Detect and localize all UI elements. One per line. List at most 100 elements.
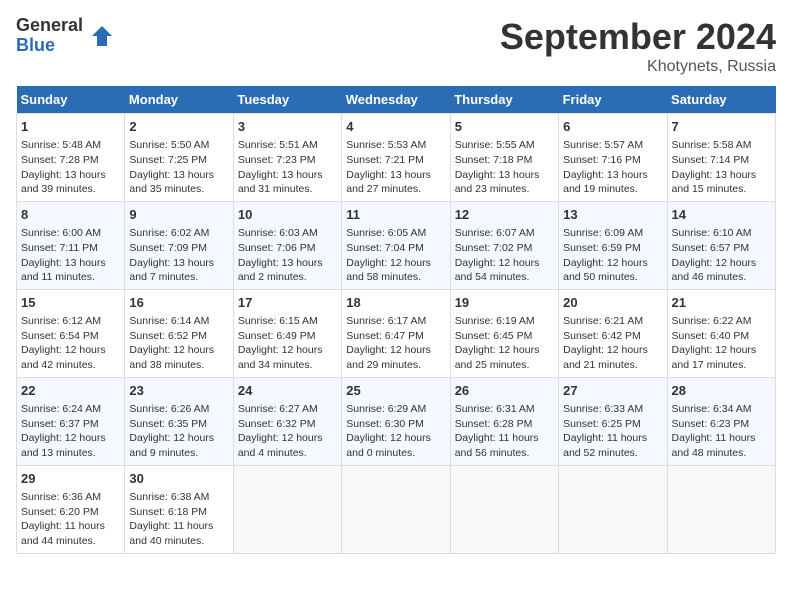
- calendar-cell: 4Sunrise: 5:53 AMSunset: 7:21 PMDaylight…: [342, 114, 450, 202]
- calendar-week-4: 29Sunrise: 6:36 AMSunset: 6:20 PMDayligh…: [17, 465, 776, 553]
- day-number: 18: [346, 294, 445, 312]
- sunset-text: Sunset: 7:04 PM: [346, 242, 424, 254]
- daylight-text: Daylight: 11 hours and 52 minutes.: [563, 432, 647, 459]
- sunset-text: Sunset: 6:47 PM: [346, 330, 424, 342]
- day-number: 15: [21, 294, 120, 312]
- calendar-cell: 23 Sunrise: 6:26 AM Sunset: 6:35 PM Dayligh…: [125, 377, 233, 465]
- days-row: SundayMondayTuesdayWednesdayThursdayFrid…: [17, 86, 776, 114]
- calendar-cell: 21Sunrise: 6:22 AMSunset: 6:40 PMDayligh…: [667, 289, 775, 377]
- daylight-text: Daylight: 12 hours and 4 minutes.: [238, 432, 323, 459]
- sunrise-text: Sunrise: 6:24 AM: [21, 403, 101, 415]
- day-header-friday: Friday: [559, 86, 667, 114]
- daylight-text: Daylight: 13 hours and 35 minutes.: [129, 169, 214, 196]
- daylight-text: Daylight: 11 hours and 40 minutes.: [129, 520, 213, 547]
- day-number: 19: [455, 294, 554, 312]
- sunset-text: Sunset: 7:25 PM: [129, 154, 207, 166]
- calendar-cell: 5Sunrise: 5:55 AMSunset: 7:18 PMDaylight…: [450, 114, 558, 202]
- day-number: 13: [563, 206, 662, 224]
- day-number: 26: [455, 382, 554, 400]
- sunrise-text: Sunrise: 6:00 AM: [21, 227, 101, 239]
- calendar-cell: 15Sunrise: 6:12 AMSunset: 6:54 PMDayligh…: [17, 289, 125, 377]
- day-number: 23: [129, 382, 228, 400]
- calendar-cell: 12Sunrise: 6:07 AMSunset: 7:02 PMDayligh…: [450, 201, 558, 289]
- calendar-cell: 20Sunrise: 6:21 AMSunset: 6:42 PMDayligh…: [559, 289, 667, 377]
- day-number: 28: [672, 382, 771, 400]
- sunrise-text: Sunrise: 6:34 AM: [672, 403, 752, 415]
- sunset-text: Sunset: 6:42 PM: [563, 330, 641, 342]
- calendar-cell: 3Sunrise: 5:51 AMSunset: 7:23 PMDaylight…: [233, 114, 341, 202]
- day-header-saturday: Saturday: [667, 86, 775, 114]
- sunset-text: Sunset: 6:40 PM: [672, 330, 750, 342]
- day-number: 4: [346, 118, 445, 136]
- calendar-cell: 28Sunrise: 6:34 AMSunset: 6:23 PMDayligh…: [667, 377, 775, 465]
- daylight-text: Daylight: 11 hours and 48 minutes.: [672, 432, 756, 459]
- sunrise-text: Sunrise: 6:10 AM: [672, 227, 752, 239]
- daylight-text: Daylight: 12 hours and 9 minutes.: [129, 432, 214, 459]
- daylight-text: Daylight: 12 hours and 21 minutes.: [563, 344, 648, 371]
- calendar-cell: 13Sunrise: 6:09 AMSunset: 6:59 PMDayligh…: [559, 201, 667, 289]
- sunset-text: Sunset: 6:37 PM: [21, 418, 99, 430]
- sunrise-text: Sunrise: 6:22 AM: [672, 315, 752, 327]
- sunset-text: Sunset: 7:09 PM: [129, 242, 207, 254]
- daylight-text: Daylight: 12 hours and 58 minutes.: [346, 257, 431, 284]
- daylight-text: Daylight: 13 hours and 23 minutes.: [455, 169, 540, 196]
- day-number: 17: [238, 294, 337, 312]
- sunrise-text: Sunrise: 5:53 AM: [346, 139, 426, 151]
- daylight-text: Daylight: 13 hours and 39 minutes.: [21, 169, 106, 196]
- sunrise-text: Sunrise: 5:50 AM: [129, 139, 209, 151]
- daylight-text: Daylight: 12 hours and 0 minutes.: [346, 432, 431, 459]
- day-header-thursday: Thursday: [450, 86, 558, 114]
- daylight-text: Daylight: 13 hours and 19 minutes.: [563, 169, 648, 196]
- sunset-text: Sunset: 6:35 PM: [129, 418, 207, 430]
- day-header-monday: Monday: [125, 86, 233, 114]
- sunset-text: Sunset: 6:57 PM: [672, 242, 750, 254]
- day-number: 14: [672, 206, 771, 224]
- sunrise-text: Sunrise: 5:51 AM: [238, 139, 318, 151]
- calendar-week-0: 1Sunrise: 5:48 AMSunset: 7:28 PMDaylight…: [17, 114, 776, 202]
- day-number: 2: [129, 118, 228, 136]
- day-number: 6: [563, 118, 662, 136]
- page-header: General Blue September 2024 Khotynets, R…: [16, 16, 776, 76]
- sunrise-text: Sunrise: 6:26 AM: [129, 403, 209, 415]
- sunset-text: Sunset: 6:54 PM: [21, 330, 99, 342]
- daylight-text: Daylight: 12 hours and 50 minutes.: [563, 257, 648, 284]
- calendar-cell: 30Sunrise: 6:38 AMSunset: 6:18 PMDayligh…: [125, 465, 233, 553]
- daylight-text: Daylight: 12 hours and 25 minutes.: [455, 344, 540, 371]
- sunset-text: Sunset: 6:18 PM: [129, 506, 207, 518]
- calendar-cell: 10Sunrise: 6:03 AMSunset: 7:06 PMDayligh…: [233, 201, 341, 289]
- logo: General Blue: [16, 16, 117, 56]
- sunrise-text: Sunrise: 5:58 AM: [672, 139, 752, 151]
- sunrise-text: Sunrise: 6:14 AM: [129, 315, 209, 327]
- sunrise-text: Sunrise: 6:21 AM: [563, 315, 643, 327]
- calendar-week-3: 22Sunrise: 6:24 AMSunset: 6:37 PMDayligh…: [17, 377, 776, 465]
- sunset-text: Sunset: 7:11 PM: [21, 242, 98, 254]
- calendar-cell: [559, 465, 667, 553]
- sunrise-text: Sunrise: 6:07 AM: [455, 227, 535, 239]
- sunset-text: Sunset: 7:16 PM: [563, 154, 641, 166]
- sunrise-text: Sunrise: 6:36 AM: [21, 491, 101, 503]
- day-number: 3: [238, 118, 337, 136]
- sunrise-text: Sunrise: 6:17 AM: [346, 315, 426, 327]
- logo-icon: [87, 21, 117, 51]
- sunset-text: Sunset: 7:14 PM: [672, 154, 750, 166]
- daylight-text: Daylight: 12 hours and 29 minutes.: [346, 344, 431, 371]
- calendar-cell: 6Sunrise: 5:57 AMSunset: 7:16 PMDaylight…: [559, 114, 667, 202]
- logo-blue: Blue: [16, 36, 83, 56]
- calendar-cell: 14Sunrise: 6:10 AMSunset: 6:57 PMDayligh…: [667, 201, 775, 289]
- calendar-cell: [342, 465, 450, 553]
- calendar-cell: 7Sunrise: 5:58 AMSunset: 7:14 PMDaylight…: [667, 114, 775, 202]
- calendar-cell: 29Sunrise: 6:36 AMSunset: 6:20 PMDayligh…: [17, 465, 125, 553]
- day-number: 10: [238, 206, 337, 224]
- daylight-text: Daylight: 13 hours and 2 minutes.: [238, 257, 323, 284]
- sunset-text: Sunset: 7:23 PM: [238, 154, 316, 166]
- sunrise-text: Sunrise: 6:03 AM: [238, 227, 318, 239]
- daylight-text: Daylight: 13 hours and 15 minutes.: [672, 169, 757, 196]
- calendar-cell: 27Sunrise: 6:33 AMSunset: 6:25 PMDayligh…: [559, 377, 667, 465]
- day-number: 9: [129, 206, 228, 224]
- sunrise-text: Sunrise: 5:48 AM: [21, 139, 101, 151]
- calendar-cell: 18 Sunrise: 6:17 AM Sunset: 6:47 PM Dayligh…: [342, 289, 450, 377]
- month-title: September 2024: [500, 16, 776, 58]
- calendar-cell: 19Sunrise: 6:19 AMSunset: 6:45 PMDayligh…: [450, 289, 558, 377]
- sunset-text: Sunset: 6:59 PM: [563, 242, 641, 254]
- sunrise-text: Sunrise: 5:55 AM: [455, 139, 535, 151]
